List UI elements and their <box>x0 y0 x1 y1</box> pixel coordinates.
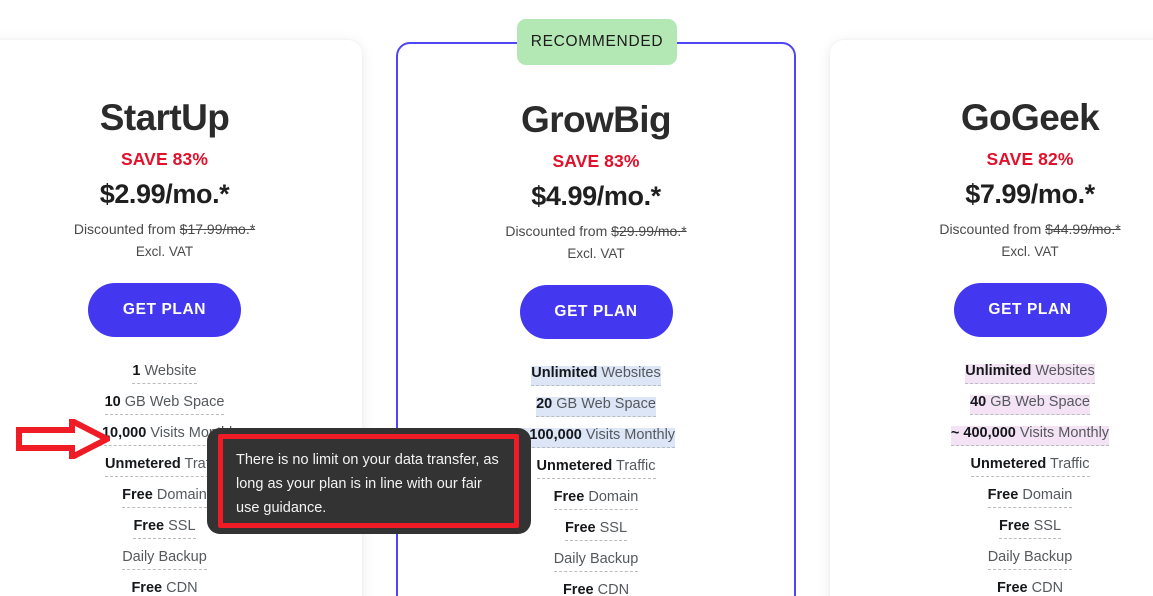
discount-old-price: $44.99/mo.* <box>1045 221 1121 238</box>
save-badge-text: SAVE 82% <box>986 149 1074 170</box>
plan-price: $2.99/mo.* <box>99 179 230 210</box>
feature-label: 40 GB Web Space <box>970 395 1090 415</box>
feature-value: Free <box>562 582 594 596</box>
feature-value: 40 <box>970 394 987 411</box>
feature-value: Unmetered <box>536 458 613 475</box>
feature-item[interactable]: 40 GB Web Space <box>830 395 1153 415</box>
pricing-page: StartUp SAVE 83% $2.99/mo.* Discounted f… <box>0 0 1153 596</box>
save-badge-text: SAVE 83% <box>552 151 640 172</box>
feature-item[interactable]: Free CDN <box>398 583 794 596</box>
feature-value: Free <box>133 518 165 535</box>
feature-value: Unmetered <box>105 456 181 473</box>
save-badge-text: SAVE 83% <box>120 149 209 170</box>
get-plan-button[interactable]: GET PLAN <box>88 283 241 338</box>
get-plan-button[interactable]: GET PLAN <box>519 285 673 340</box>
feature-label: Unlimited Websites <box>531 365 661 386</box>
feature-label: ~ 400,000 Visits Monthly <box>950 425 1110 446</box>
feature-label: Free CDN <box>131 581 197 596</box>
feature-value: Free <box>996 580 1028 596</box>
feature-item[interactable]: Unlimited Websites <box>398 366 794 386</box>
feature-value: Free <box>553 489 585 506</box>
feature-item[interactable]: Daily Backup <box>0 550 362 570</box>
feature-value: 1 <box>132 363 141 380</box>
feature-item[interactable]: Unlimited Websites <box>830 364 1153 384</box>
feature-label: Daily Backup <box>987 550 1073 570</box>
vat-note: Excl. VAT <box>135 244 194 260</box>
plan-name: GoGeek <box>960 97 1100 138</box>
feature-item[interactable]: Free Domain <box>830 488 1153 508</box>
feature-label: Free Domain <box>553 489 639 510</box>
feature-value: Unlimited <box>531 365 598 382</box>
discount-old-price: $17.99/mo.* <box>179 221 256 238</box>
feature-item[interactable]: Daily Backup <box>830 550 1153 570</box>
feature-value: Free <box>987 487 1019 504</box>
feature-item[interactable]: Daily Backup <box>398 552 794 572</box>
discount-prefix: Discounted from <box>73 221 180 238</box>
feature-list: Unlimited Websites 40 GB Web Space ~ 400,0… <box>830 364 1153 596</box>
feature-value: Free <box>564 520 596 537</box>
red-arrow-annotation-icon <box>16 419 110 459</box>
feature-value: Free <box>131 580 163 596</box>
feature-label: Free CDN <box>997 581 1063 596</box>
feature-value: 10 <box>104 394 121 411</box>
plan-discount: Discounted from $29.99/mo.* <box>398 223 794 239</box>
discount-prefix: Discounted from <box>505 223 612 240</box>
feature-value: Free <box>122 487 153 504</box>
feature-value: Free <box>998 518 1030 535</box>
feature-item[interactable]: Unmetered Traffic <box>830 457 1153 477</box>
feature-label: Free Domain <box>122 488 207 508</box>
feature-label: Free SSL <box>564 520 628 541</box>
feature-value: ~ 400,000 <box>950 425 1016 442</box>
feature-value: Unmetered <box>970 456 1047 473</box>
plan-discount: Discounted from $17.99/mo.* <box>0 221 362 237</box>
cta-container: GET PLAN <box>0 283 362 338</box>
feature-item[interactable]: Free CDN <box>830 581 1153 596</box>
feature-value: Unlimited <box>965 363 1032 380</box>
cta-container: GET PLAN <box>398 285 794 340</box>
plan-discount: Discounted from $44.99/mo.* <box>830 221 1153 237</box>
feature-value: 20 <box>536 396 553 413</box>
feature-label: ~ 100,000 Visits Monthly <box>516 428 676 448</box>
pricing-card-gogeek[interactable]: GoGeek SAVE 82% $7.99/mo.* Discounted fr… <box>830 40 1153 596</box>
feature-item[interactable]: 1 Website <box>0 364 362 384</box>
cta-container: GET PLAN <box>830 283 1153 338</box>
feature-item[interactable]: 10 GB Web Space <box>0 395 362 415</box>
recommended-badge: RECOMMENDED <box>517 19 677 65</box>
tooltip: There is no limit on your data transfer,… <box>207 428 531 534</box>
plan-price: $7.99/mo.* <box>965 179 1095 210</box>
feature-label: Free SSL <box>133 518 196 539</box>
feature-label: Daily Backup <box>122 550 207 570</box>
plan-name: StartUp <box>99 97 230 138</box>
feature-label: Free CDN <box>563 583 629 596</box>
feature-label: Unlimited Websites <box>965 363 1095 384</box>
feature-label: 10 GB Web Space <box>104 394 225 415</box>
feature-label: Unmetered Traffic <box>970 456 1090 477</box>
feature-label: 20 GB Web Space <box>536 397 656 417</box>
feature-label: Unmetered Traffic <box>536 458 656 479</box>
feature-item[interactable]: Free SSL <box>830 519 1153 539</box>
vat-note: Excl. VAT <box>1001 244 1059 260</box>
feature-label: Free Domain <box>987 487 1073 508</box>
feature-item[interactable]: ~ 400,000 Visits Monthly <box>830 426 1153 446</box>
feature-item[interactable]: 20 GB Web Space <box>398 397 794 417</box>
feature-item[interactable]: Free CDN <box>0 581 362 596</box>
get-plan-button[interactable]: GET PLAN <box>953 283 1107 338</box>
feature-label: 1 Website <box>132 363 197 384</box>
feature-label: Daily Backup <box>553 552 639 572</box>
tooltip-text: There is no limit on your data transfer,… <box>236 452 499 516</box>
vat-note: Excl. VAT <box>567 246 625 262</box>
plan-price: $4.99/mo.* <box>531 181 661 212</box>
feature-label: Free SSL <box>998 518 1062 539</box>
discount-prefix: Discounted from <box>939 221 1046 238</box>
discount-old-price: $29.99/mo.* <box>611 223 687 240</box>
